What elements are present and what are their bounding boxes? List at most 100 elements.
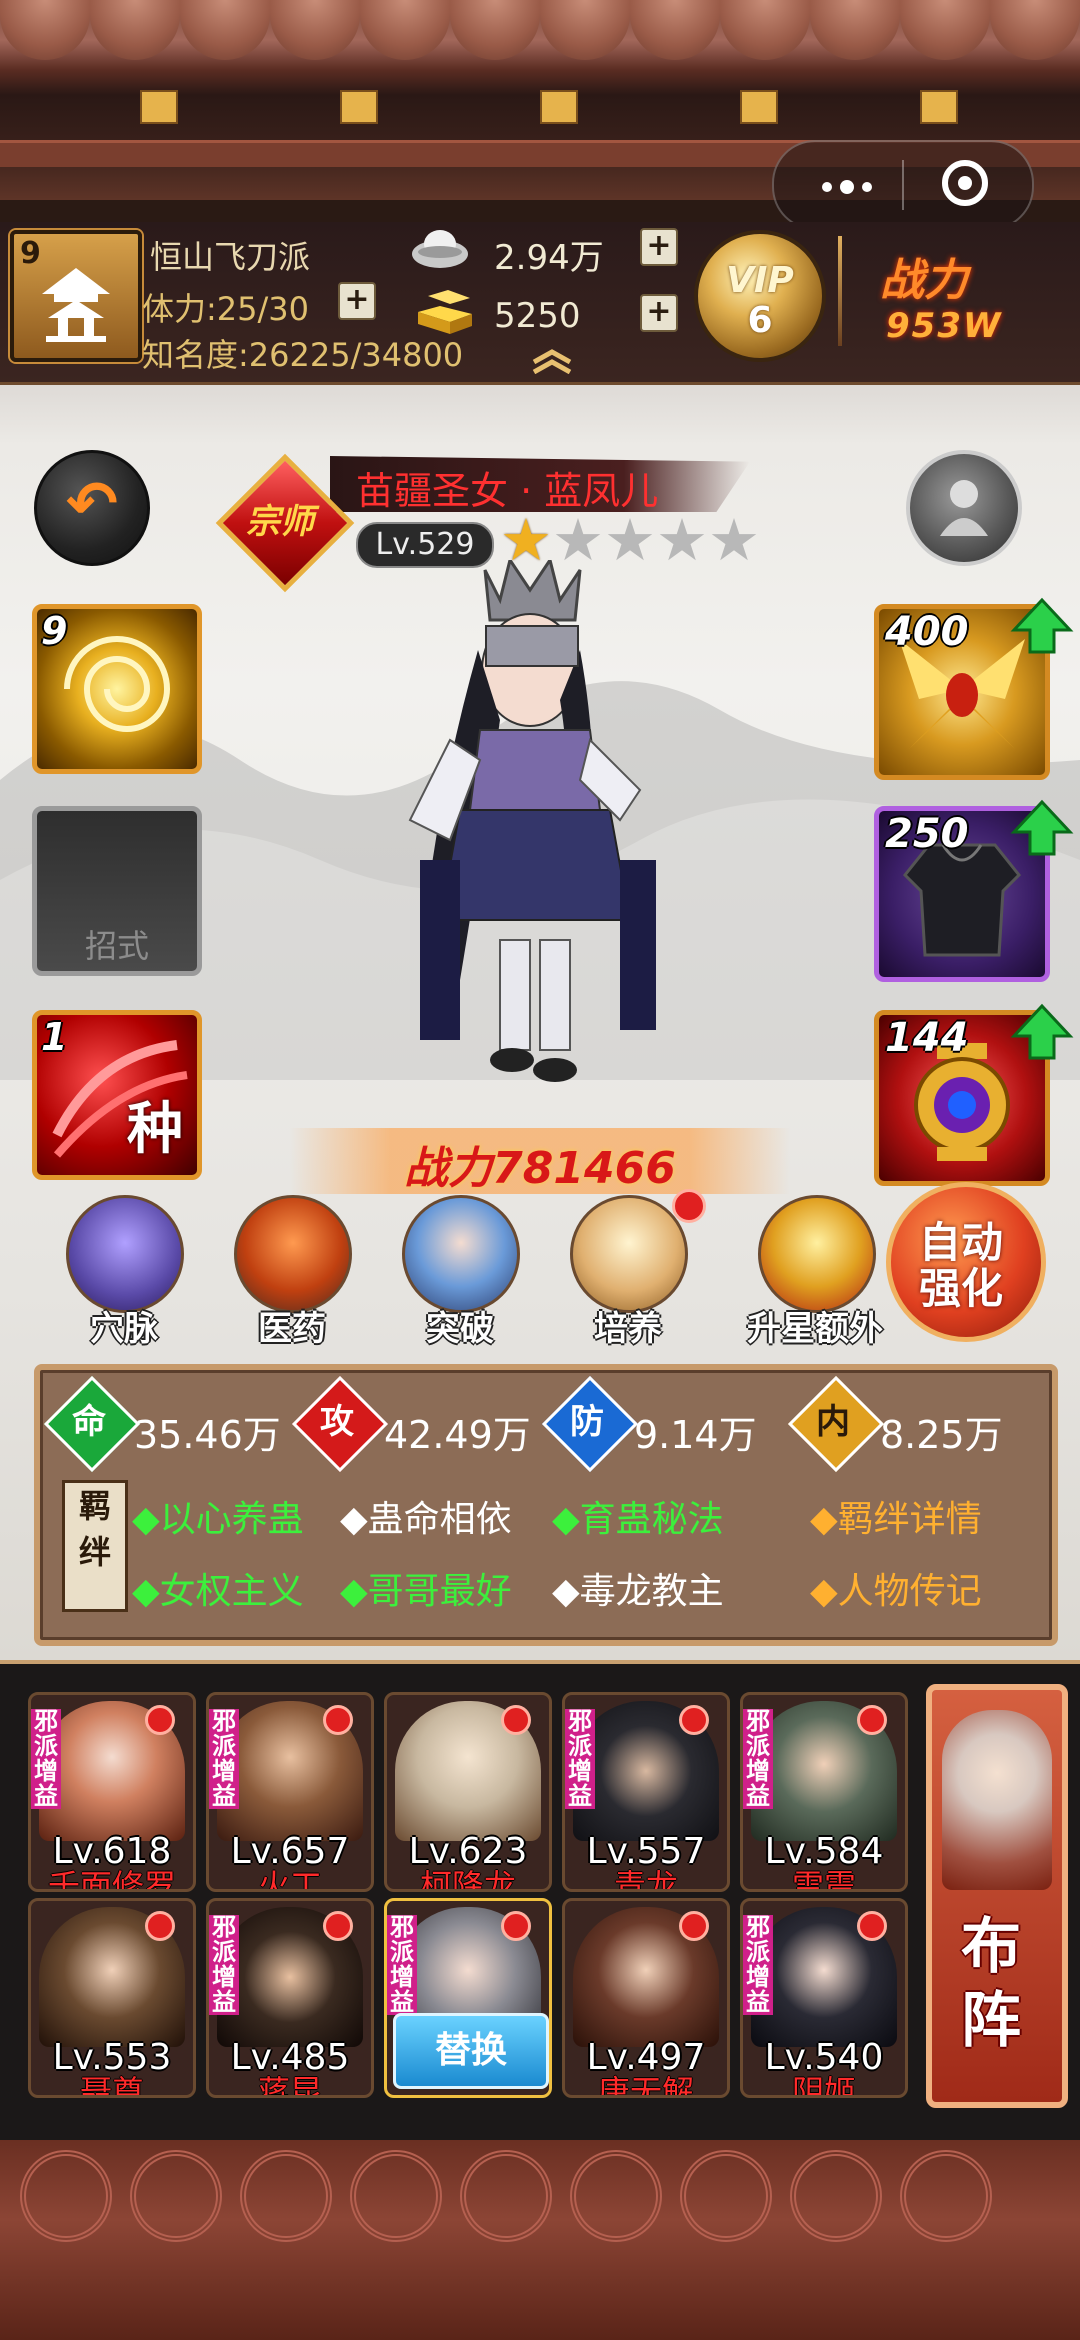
bond-item: ◆蛊命相依 [340,1499,512,1540]
deco-circle [460,2150,552,2242]
meridian-button[interactable]: 穴脉 [54,1185,194,1355]
gold-swirl-icon [64,636,171,732]
seed-character: 种 [127,1097,183,1162]
back-arrow-icon: ↶ [66,467,118,540]
bond-item: ◆育蛊秘法 [552,1499,724,1540]
rank-text: 宗师 [246,502,314,542]
inner-stat-char: 内 [816,1402,850,1442]
bond-item: ◆女权主义 [132,1571,304,1612]
hero-portrait-button[interactable] [906,450,1022,566]
header-divider [838,236,842,346]
roster-card[interactable]: Lv.623 柯降龙 [384,1692,552,1892]
upgrade-arrow-icon [1010,597,1074,654]
deco-circle [130,2150,222,2242]
gold-amount: 5250 [494,296,581,336]
defense-stat-char: 防 [570,1402,604,1442]
upgrade-arrow-icon [1010,799,1074,856]
notification-dot [679,1705,709,1735]
skill-slot-3-level: 1 [41,1015,68,1059]
skill-slot-3[interactable]: 1 种 [32,1010,202,1180]
card-name: 聂尊 [79,2073,144,2098]
vip-level: 6 [747,300,773,341]
skill-slot-empty[interactable]: 招式 [32,806,202,976]
add-gold-button[interactable]: + [640,294,678,332]
notification-dot [323,1911,353,1941]
breakthrough-button[interactable]: 突破 [390,1185,530,1355]
auto-enhance-label: 自动强化 [918,1218,1003,1313]
silver-amount: 2.94万 [494,238,604,278]
medicine-button[interactable]: 医药 [222,1185,362,1355]
bond-item: ◆毒龙教主 [552,1571,724,1612]
sect-bonus-badge: 邪派增益 [209,1709,239,1809]
sect-bonus-badge: 邪派增益 [743,1915,773,2015]
mushroom-icon [234,1195,352,1313]
sect-avatar[interactable]: 9 [10,230,142,362]
sect-bonus-badge: 邪派增益 [209,1915,239,2015]
bond-tag: 羁绊 [62,1480,128,1612]
roster-card[interactable]: 邪派增益 Lv.485 蒋昆 [206,1898,374,2098]
card-name: 青龙 [613,1867,678,1892]
gold-bars-icon [418,290,472,334]
armored-figure-icon [940,480,988,536]
notification-dot [679,1911,709,1941]
roster-card[interactable]: 邪派增益 Lv.557 青龙 [562,1692,730,1892]
gear-slot-3-level: 144 [885,1015,969,1061]
expand-chevron-icon[interactable] [530,348,574,374]
stamina-text: 体力:25/30 [142,290,310,328]
notification-dot [672,1189,706,1223]
bond-item: ◆以心养蛊 [132,1499,304,1540]
card-name: 火工 [257,1867,322,1892]
sect-bonus-badge: 邪派增益 [743,1709,773,1809]
bond-detail-link[interactable]: ◆羁绊详情 [810,1490,982,1542]
roster-card-selected[interactable]: 邪派增益 替换 [384,1898,552,2098]
sect-name: 恒山飞刀派 [150,238,311,276]
attack-stat-value: 42.49万 [384,1413,531,1457]
notification-dot [145,1705,175,1735]
roster-card[interactable]: Lv.497 唐无解 [562,1898,730,2098]
breakthrough-icon [402,1195,520,1313]
inner-stat-value: 8.25万 [880,1413,1003,1457]
sect-bonus-badge: 邪派增益 [31,1709,61,1809]
miniprogram-capsule [772,140,1034,230]
roster-card[interactable]: 邪派增益 Lv.618 千面修罗 [28,1692,196,1892]
sect-bonus-badge: 邪派增益 [565,1709,595,1809]
medicine-label: 医药 [258,1309,326,1349]
train-button[interactable]: 培养 [558,1185,706,1355]
total-power-value: 953W [886,306,1003,346]
deco-circle [570,2150,662,2242]
star-up-label: 升星额外 [747,1309,883,1349]
formation-label: 布阵 [961,1912,1021,2056]
gear-slot-2-level: 250 [885,811,969,857]
deco-circle [900,2150,992,2242]
add-silver-button[interactable]: + [640,228,678,266]
add-stamina-button[interactable]: + [338,282,376,320]
formation-art [942,1710,1052,1890]
pagoda-icon [42,268,110,342]
attack-stat-char: 攻 [320,1402,354,1442]
roster-card[interactable]: 邪派增益 Lv.540 阴姬 [740,1898,908,2098]
life-stat-value: 35.46万 [134,1413,281,1457]
breakthrough-label: 突破 [426,1309,494,1349]
notification-dot [501,1705,531,1735]
upgrade-arrow-icon [1010,1003,1074,1060]
star-up-button[interactable]: 升星额外 [730,1185,900,1355]
roster-card[interactable]: 邪派增益 Lv.657 火工 [206,1692,374,1892]
notification-dot [323,1705,353,1735]
card-name: 阴姬 [791,2073,856,2098]
deco-circle [680,2150,772,2242]
close-miniprogram-icon[interactable] [942,160,988,206]
roster-card[interactable]: 邪派增益 Lv.584 雷震 [740,1692,908,1892]
scroll-icon [570,1195,688,1313]
biography-link[interactable]: ◆人物传记 [810,1562,982,1614]
more-menu-icon[interactable] [796,152,896,218]
vip-label: VIP [726,260,794,301]
card-name: 千面修罗 [47,1867,176,1892]
roster-card[interactable]: Lv.553 聂尊 [28,1898,196,2098]
vip-badge[interactable]: VIP 6 [694,230,826,362]
skill-slot-1[interactable]: 9 [32,604,202,774]
replace-button[interactable]: 替换 [393,2013,549,2089]
back-button[interactable]: ↶ [34,450,150,566]
card-name: 唐无解 [597,2073,694,2098]
meridian-icon [66,1195,184,1313]
hero-character-art [408,560,656,1082]
